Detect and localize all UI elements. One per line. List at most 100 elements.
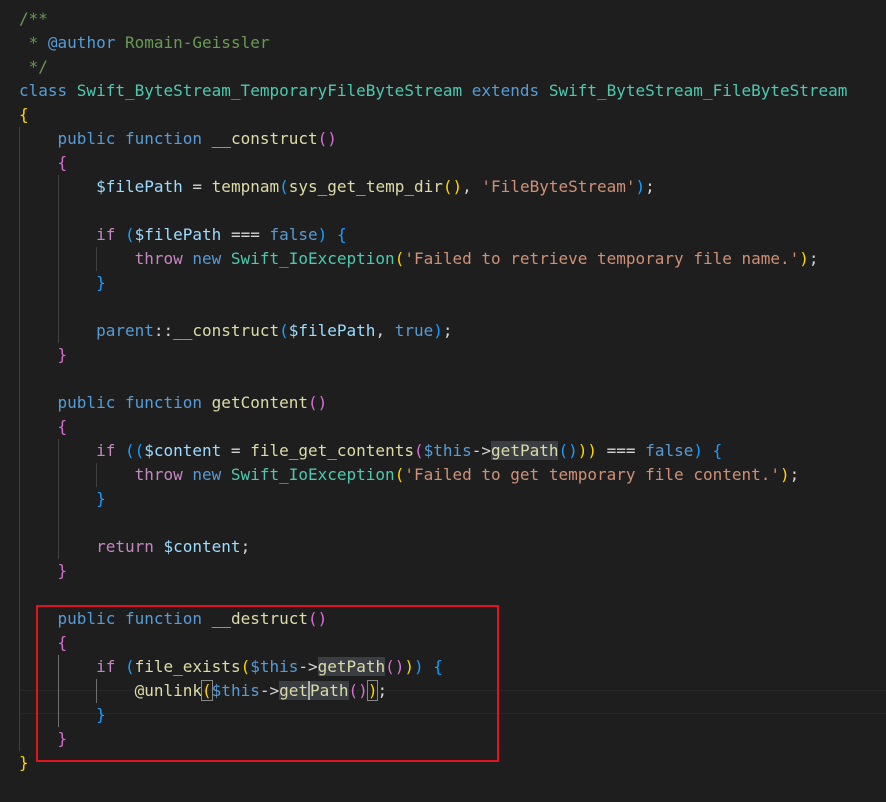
code-line[interactable]: throw new Swift_IoException('Failed to g…	[19, 463, 800, 487]
code-token: /**	[19, 9, 48, 28]
code-token: getPath	[491, 441, 559, 460]
code-token: }	[57, 561, 68, 580]
code-token: if	[96, 441, 125, 460]
code-token: {	[19, 105, 29, 124]
code-token: =	[221, 441, 251, 460]
code-token: */	[19, 57, 48, 76]
code-token: ()	[317, 129, 337, 148]
code-line[interactable]: }	[19, 343, 68, 367]
code-line[interactable]: }	[19, 487, 106, 511]
red-annotation-box	[36, 605, 499, 762]
code-token: {	[57, 417, 68, 436]
code-token: $filePath	[288, 321, 376, 340]
code-token: ,	[375, 321, 395, 340]
code-token: ::	[153, 321, 174, 340]
code-token: 'FileByteStream'	[481, 177, 636, 196]
code-token: class	[19, 81, 77, 100]
code-token: ;	[645, 177, 655, 196]
code-token: )	[433, 321, 443, 340]
code-token: ()	[442, 177, 463, 196]
code-token: false	[269, 225, 318, 244]
code-token: $filePath	[134, 225, 222, 244]
code-token: return	[96, 537, 164, 556]
code-token: ()	[308, 393, 328, 412]
code-token: }	[96, 273, 106, 292]
code-token: $content	[163, 537, 241, 556]
code-line[interactable]: * @author Romain-Geissler	[19, 31, 270, 55]
code-line[interactable]: if (($content = file_get_contents($this-…	[19, 439, 722, 463]
code-line[interactable]: }	[19, 271, 106, 295]
code-token: )	[317, 225, 328, 244]
code-token: ;	[789, 465, 800, 484]
code-token: __construct	[173, 321, 280, 340]
code-token: }	[57, 345, 68, 364]
code-line[interactable]: $filePath = tempnam(sys_get_temp_dir(), …	[19, 175, 655, 199]
code-token: }	[19, 753, 29, 772]
code-line[interactable]: {	[19, 415, 68, 439]
code-line[interactable]: */	[19, 55, 48, 79]
code-token: new	[192, 465, 231, 484]
code-token: throw	[134, 465, 193, 484]
code-token: ->	[471, 441, 492, 460]
code-token: ===	[597, 441, 646, 460]
code-token: )	[635, 177, 646, 196]
code-token: 'Failed to retrieve temporary file name.…	[404, 249, 800, 268]
code-token: Romain-Geissler	[115, 33, 270, 52]
code-line[interactable]: }	[19, 751, 29, 775]
code-token: $filePath	[96, 177, 183, 196]
code-token: Swift_IoException	[230, 465, 395, 484]
code-token: (	[279, 321, 289, 340]
code-line[interactable]: }	[19, 559, 68, 583]
code-token: $content	[144, 441, 222, 460]
code-editor[interactable]: /** * @author Romain-Geissler */ class Sw…	[0, 0, 886, 802]
code-token: ((	[124, 441, 145, 460]
code-token: ;	[808, 249, 819, 268]
code-token: Swift_IoException	[230, 249, 395, 268]
code-token: parent	[96, 321, 154, 340]
code-token: function	[124, 393, 212, 412]
code-token: sys_get_temp_dir	[288, 177, 443, 196]
code-token: ,	[462, 177, 482, 196]
code-line[interactable]: parent::__construct($filePath, true);	[19, 319, 452, 343]
code-token: getContent	[211, 393, 308, 412]
code-token: (	[394, 249, 405, 268]
code-token: (	[279, 177, 289, 196]
code-token: function	[124, 129, 212, 148]
code-line[interactable]: throw new Swift_IoException('Failed to r…	[19, 247, 819, 271]
code-line[interactable]: if ($filePath === false) {	[19, 223, 347, 247]
code-token: extends	[462, 81, 549, 100]
code-line[interactable]: public function __construct()	[19, 127, 337, 151]
code-token: __construct	[211, 129, 318, 148]
code-token: true	[394, 321, 434, 340]
code-line[interactable]: /**	[19, 7, 48, 31]
code-token: )	[799, 249, 809, 268]
code-token: throw	[134, 249, 193, 268]
code-token: (	[124, 225, 135, 244]
code-line[interactable]: {	[19, 103, 29, 127]
code-token: if	[96, 225, 125, 244]
code-line[interactable]: return $content;	[19, 535, 250, 559]
code-line[interactable]: {	[19, 151, 68, 175]
code-line[interactable]: class Swift_ByteStream_TemporaryFileByte…	[19, 79, 847, 103]
code-token: ()	[558, 441, 578, 460]
code-token: Swift_ByteStream_FileByteStream	[548, 81, 848, 100]
code-token: new	[192, 249, 231, 268]
code-line[interactable]: public function getContent()	[19, 391, 328, 415]
code-token: tempnam	[211, 177, 280, 196]
